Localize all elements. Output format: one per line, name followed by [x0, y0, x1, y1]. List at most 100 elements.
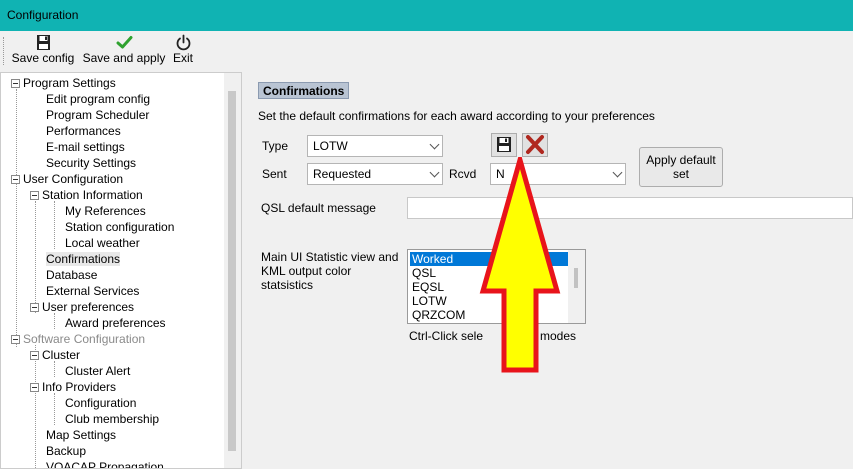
tree-connector	[54, 393, 55, 425]
collapse-icon[interactable]	[11, 175, 20, 184]
tree-item-station-configuration[interactable]: Station configuration	[65, 219, 174, 235]
window-title: Configuration	[7, 8, 79, 22]
save-config-button[interactable]: Save config	[10, 34, 76, 68]
tree-item-label: E-mail settings	[46, 140, 125, 154]
list-item[interactable]: QRZCOM	[410, 308, 465, 322]
list-item[interactable]: EQSL	[410, 280, 444, 294]
exit-button[interactable]: Exit	[170, 34, 196, 68]
tree-item-security-settings[interactable]: Security Settings	[46, 155, 136, 171]
close-icon	[526, 135, 544, 154]
tree-item-program-settings[interactable]: Program Settings	[11, 75, 116, 91]
tree-item-local-weather[interactable]: Local weather	[65, 235, 140, 251]
toolbar: Save config Save and apply Exit	[0, 31, 853, 70]
collapse-icon[interactable]	[11, 335, 20, 344]
tree-item-label: Award preferences	[65, 316, 166, 330]
floppy-disk-icon	[497, 137, 511, 152]
tree-item-label: User preferences	[42, 300, 135, 314]
tree-connector	[35, 201, 36, 313]
tree-item-station-information[interactable]: Station Information	[30, 187, 143, 203]
tree-item-user-preferences[interactable]: User preferences	[30, 299, 134, 315]
type-select[interactable]: LOTW	[307, 135, 443, 157]
tree-item-email-settings[interactable]: E-mail settings	[46, 139, 125, 155]
tree-item-label: My References	[65, 204, 146, 218]
description-text: Set the default confirmations for each a…	[258, 109, 655, 123]
tree-scrollbar[interactable]	[224, 73, 241, 468]
type-label: Type	[262, 139, 289, 153]
tree-item-external-services[interactable]: External Services	[46, 283, 139, 299]
apply-default-set-button[interactable]: Apply default set	[639, 147, 723, 187]
chevron-down-icon	[429, 167, 440, 178]
statistic-view-label: Main UI Statistic view and KML output co…	[261, 250, 399, 292]
tree-item-club-membership[interactable]: Club membership	[65, 411, 159, 427]
tree-item-label: Station configuration	[65, 220, 175, 234]
tree-item-label: Cluster Alert	[65, 364, 131, 378]
collapse-icon[interactable]	[30, 351, 39, 360]
tree-item-label: Configuration	[65, 396, 137, 410]
tree-item-label: Local weather	[65, 236, 140, 250]
save-and-apply-label: Save and apply	[82, 51, 166, 65]
collapse-icon[interactable]	[30, 191, 39, 200]
type-select-value: LOTW	[313, 139, 348, 153]
tree-item-label: Info Providers	[42, 380, 117, 394]
tree-item-label: Backup	[46, 444, 87, 458]
tree-item-label: Edit program config	[46, 92, 151, 106]
tree-connector	[35, 345, 36, 468]
tree-item-user-configuration[interactable]: User Configuration	[11, 171, 123, 187]
listbox-scrollbar[interactable]	[568, 250, 585, 323]
tree-item-label: Map Settings	[46, 428, 117, 442]
tree-item-label: Station Information	[42, 188, 143, 202]
tree-item-backup[interactable]: Backup	[46, 443, 86, 459]
save-config-label: Save config	[11, 51, 75, 65]
tree-item-map-settings[interactable]: Map Settings	[46, 427, 116, 443]
tree-item-performances[interactable]: Performances	[46, 123, 121, 139]
settings-tree[interactable]: Program Settings Edit program config Pro…	[0, 72, 242, 469]
collapse-icon[interactable]	[30, 383, 39, 392]
list-item[interactable]: LOTW	[410, 294, 447, 308]
tree-item-database[interactable]: Database	[46, 267, 97, 283]
sent-label: Sent	[262, 167, 287, 181]
collapse-icon[interactable]	[11, 79, 20, 88]
tree-item-label: User Configuration	[23, 172, 124, 186]
tree-item-my-references[interactable]: My References	[65, 203, 146, 219]
tree-item-label: Database	[46, 268, 98, 282]
tree-item-label: Club membership	[65, 412, 160, 426]
delete-default-button[interactable]	[522, 133, 548, 157]
tree-item-award-preferences[interactable]: Award preferences	[65, 315, 166, 331]
save-and-apply-button[interactable]: Save and apply	[82, 34, 166, 68]
tree-connector	[54, 361, 55, 377]
tree-item-voacap-propagation[interactable]: VOACAP Propagation	[46, 459, 164, 469]
tree-connector	[54, 201, 55, 249]
tree-item-program-scheduler[interactable]: Program Scheduler	[46, 107, 149, 123]
exit-label: Exit	[172, 51, 193, 65]
title-bar: Configuration	[0, 0, 853, 31]
sent-select[interactable]: Requested	[307, 163, 443, 185]
tree-item-edit-program-config[interactable]: Edit program config	[46, 91, 150, 107]
tree-item-info-providers[interactable]: Info Providers	[30, 379, 116, 395]
tree-item-cluster[interactable]: Cluster	[30, 347, 80, 363]
section-header-confirmations: Confirmations	[258, 82, 350, 99]
toolbar-grip	[3, 37, 4, 65]
tree-connector	[16, 89, 17, 347]
tree-item-label: Security Settings	[46, 156, 137, 170]
apply-default-set-label: Apply default set	[646, 153, 716, 181]
annotation-arrow-icon	[479, 157, 561, 373]
listbox-scrollbar-thumb[interactable]	[574, 268, 578, 288]
tree-connector	[54, 313, 55, 329]
sent-select-value: Requested	[313, 167, 372, 181]
tree-item-cluster-alert[interactable]: Cluster Alert	[65, 363, 130, 379]
save-default-button[interactable]	[491, 133, 517, 157]
power-icon	[176, 34, 190, 51]
tree-item-label: Program Settings	[23, 76, 116, 90]
tree-item-label: VOACAP Propagation	[46, 460, 164, 469]
chevron-down-icon	[429, 139, 440, 150]
collapse-icon[interactable]	[30, 303, 39, 312]
tree-item-configuration[interactable]: Configuration	[65, 395, 136, 411]
tree-item-label: Software Configuration	[23, 332, 146, 346]
tree-item-label: Cluster	[42, 348, 81, 362]
qsl-message-label: QSL default message	[261, 201, 376, 215]
list-item[interactable]: QSL	[410, 266, 436, 280]
tree-scrollbar-thumb[interactable]	[228, 91, 236, 451]
tree-item-label: Performances	[46, 124, 121, 138]
tree-item-software-configuration[interactable]: Software Configuration	[11, 331, 145, 347]
tree-item-confirmations[interactable]: Confirmations	[46, 251, 121, 267]
